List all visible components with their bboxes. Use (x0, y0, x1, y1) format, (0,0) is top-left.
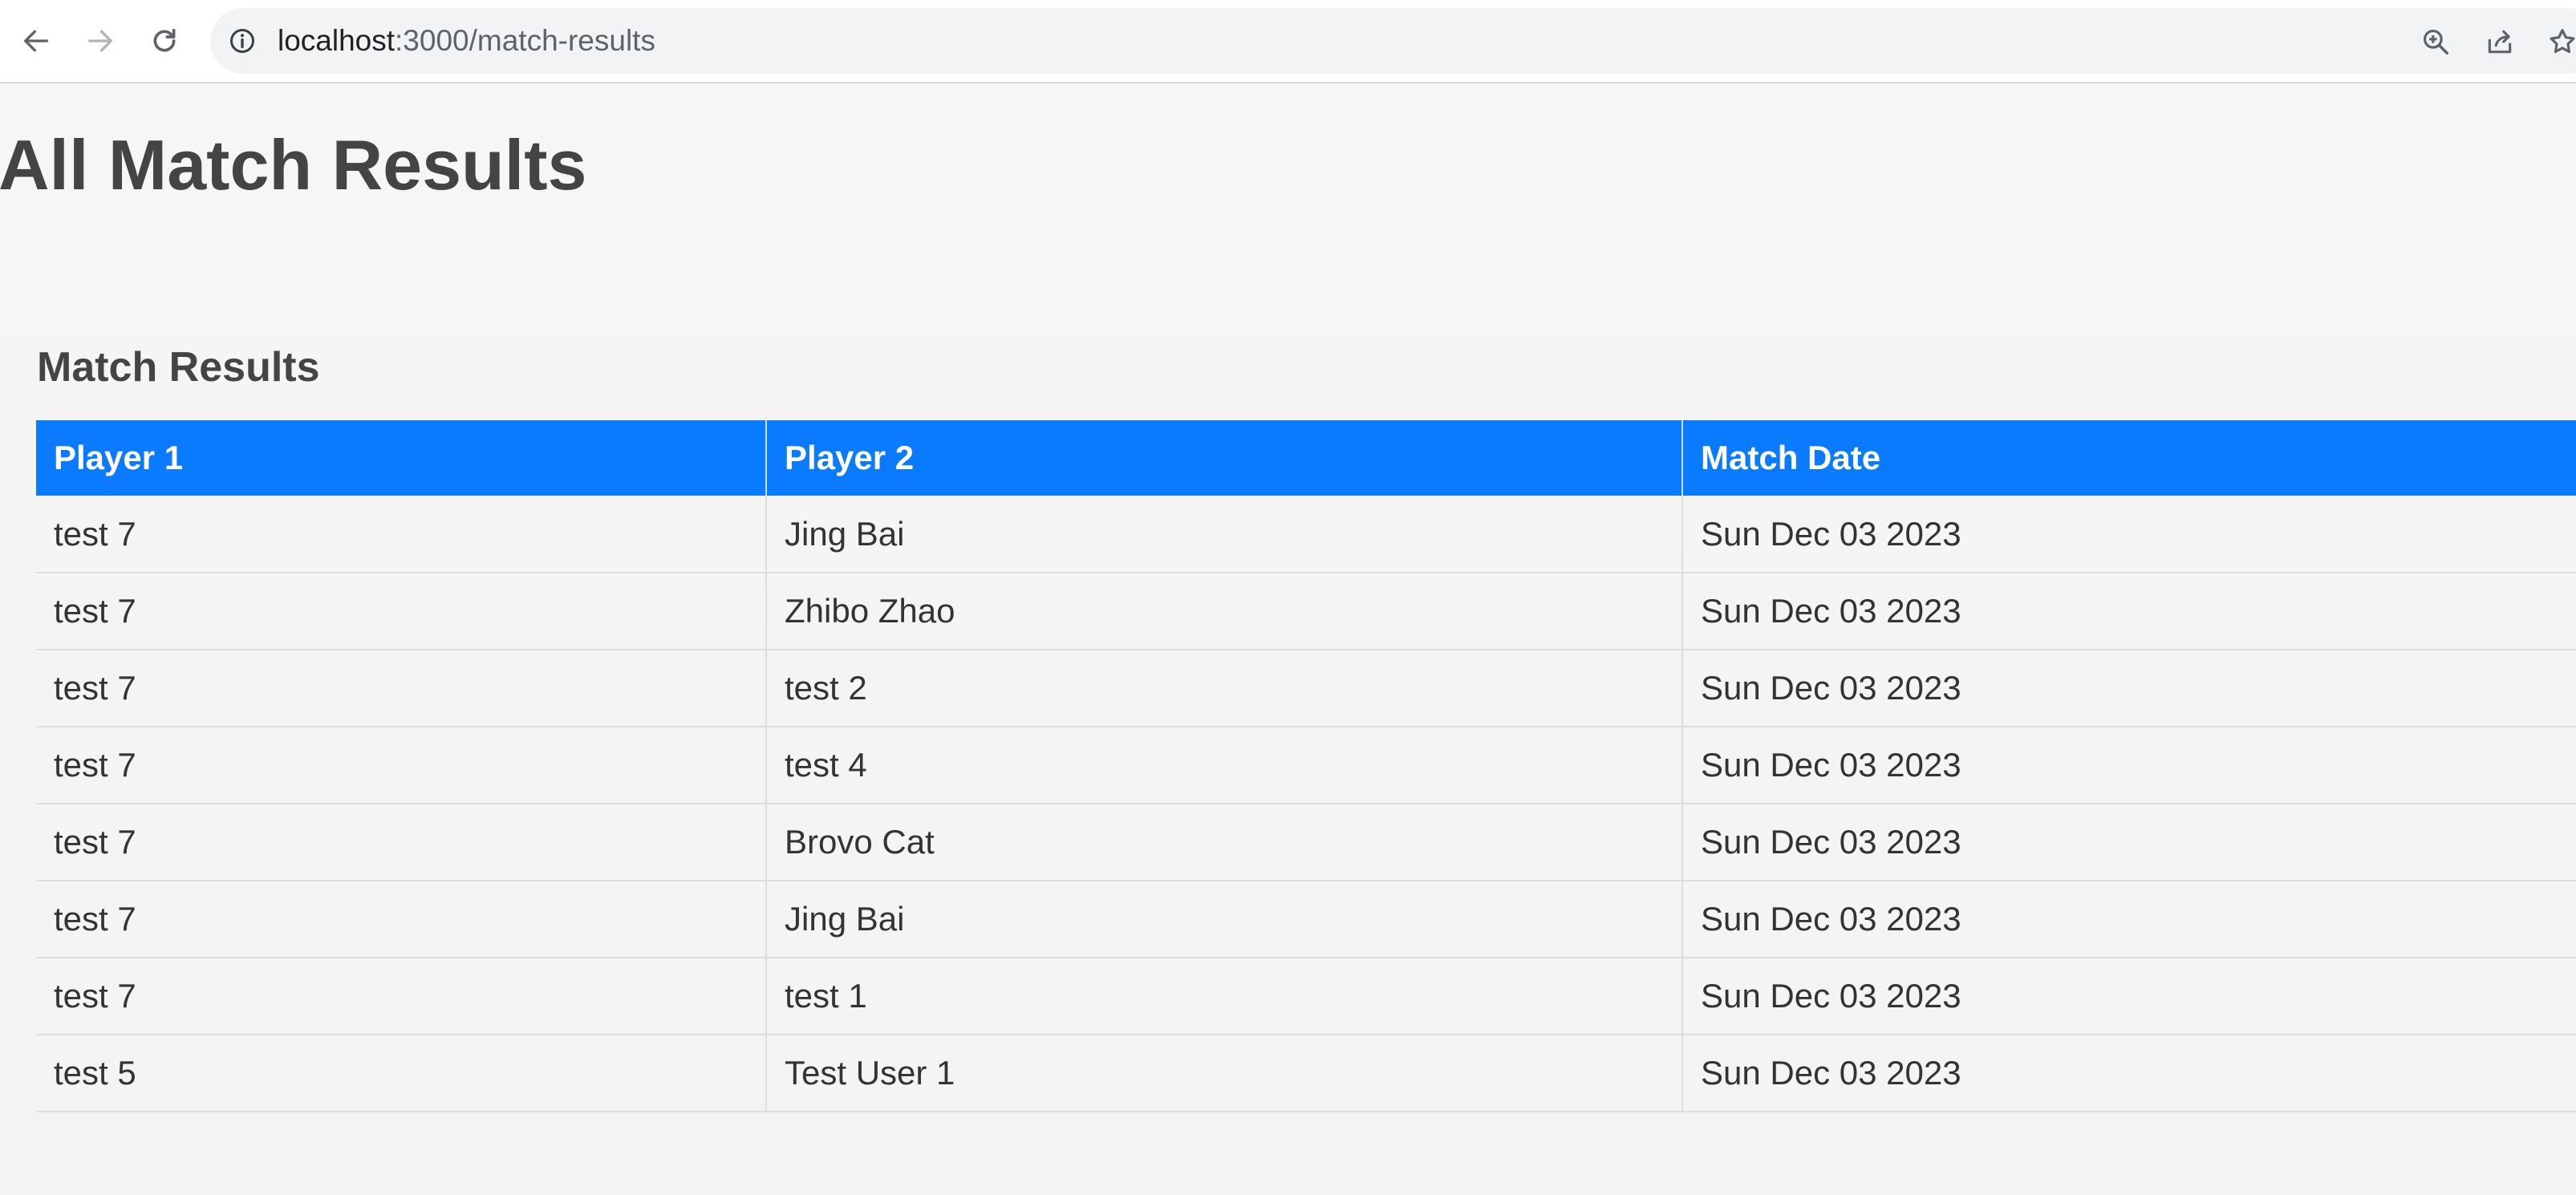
table-header-row: Player 1 Player 2 Match Date (36, 420, 2576, 496)
player-1-cell: test 7 (36, 727, 767, 804)
match-date-cell: Sun Dec 03 2023 (1682, 1035, 2576, 1112)
table-row: test 7 Jing Bai Sun Dec 03 2023 (36, 496, 2576, 573)
player-1-cell: test 5 (36, 1035, 767, 1112)
match-date-cell: Sun Dec 03 2023 (1682, 804, 2576, 881)
player-1-cell: test 7 (36, 804, 767, 881)
match-date-cell: Sun Dec 03 2023 (1682, 727, 2576, 804)
player-1-cell: test 7 (36, 573, 767, 650)
back-arrow-icon[interactable] (13, 18, 59, 64)
forward-arrow-icon[interactable] (77, 18, 124, 64)
url-host: localhost (278, 24, 396, 57)
page-title: All Match Results (0, 125, 587, 205)
table-row: test 7 Jing Bai Sun Dec 03 2023 (36, 881, 2576, 958)
table-row: test 7 test 4 Sun Dec 03 2023 (36, 727, 2576, 804)
player-2-cell: Jing Bai (766, 881, 1683, 958)
player-1-cell: test 7 (36, 881, 767, 958)
table-row: test 5 Test User 1 Sun Dec 03 2023 (36, 1035, 2576, 1112)
match-date-cell: Sun Dec 03 2023 (1682, 881, 2576, 958)
match-date-cell: Sun Dec 03 2023 (1682, 958, 2576, 1035)
player-2-cell: Jing Bai (766, 496, 1683, 573)
player-1-cell: test 7 (36, 650, 767, 727)
match-date-cell: Sun Dec 03 2023 (1682, 573, 2576, 650)
match-date-cell: Sun Dec 03 2023 (1682, 496, 2576, 573)
zoom-icon[interactable] (2418, 24, 2453, 59)
player-2-cell: Test User 1 (766, 1035, 1683, 1112)
section-title: Match Results (37, 344, 320, 391)
reload-icon[interactable] (141, 18, 188, 64)
url-text[interactable]: localhost:3000/match-results (278, 8, 655, 74)
player-2-cell: test 4 (766, 727, 1683, 804)
match-results-table: Player 1 Player 2 Match Date test 7 Jing… (36, 420, 2576, 1112)
match-date-cell: Sun Dec 03 2023 (1682, 650, 2576, 727)
bookmark-star-icon[interactable] (2545, 24, 2576, 59)
column-header-match-date: Match Date (1682, 420, 2576, 496)
player-2-cell: Zhibo Zhao (766, 573, 1683, 650)
url-path: :3000/match-results (395, 24, 655, 57)
share-icon[interactable] (2482, 24, 2517, 59)
player-2-cell: test 1 (766, 958, 1683, 1035)
site-info-icon[interactable] (226, 25, 258, 57)
table-row: test 7 test 1 Sun Dec 03 2023 (36, 958, 2576, 1035)
table-row: test 7 Brovo Cat Sun Dec 03 2023 (36, 804, 2576, 881)
player-1-cell: test 7 (36, 496, 767, 573)
page-content: All Match Results Match Results Player 1… (0, 83, 2576, 1195)
column-header-player-1: Player 1 (36, 420, 767, 496)
address-bar[interactable]: localhost:3000/match-results (210, 8, 2576, 74)
player-2-cell: test 2 (766, 650, 1683, 727)
player-1-cell: test 7 (36, 958, 767, 1035)
column-header-player-2: Player 2 (766, 420, 1683, 496)
table-row: test 7 test 2 Sun Dec 03 2023 (36, 650, 2576, 727)
table-row: test 7 Zhibo Zhao Sun Dec 03 2023 (36, 573, 2576, 650)
player-2-cell: Brovo Cat (766, 804, 1683, 881)
browser-toolbar: localhost:3000/match-results (0, 0, 2576, 83)
